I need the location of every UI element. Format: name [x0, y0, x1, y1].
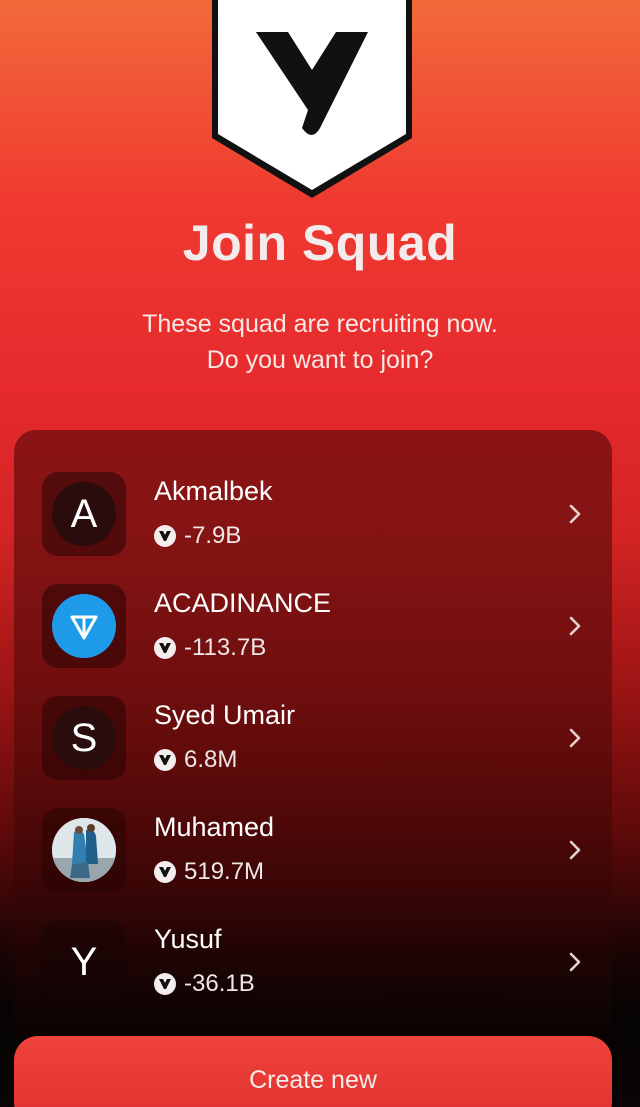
squad-score: 6.8M — [154, 746, 237, 774]
squad-name: ACADINANCE — [154, 588, 332, 618]
chevron-right-icon — [569, 840, 581, 860]
squad-score: -7.9B — [154, 522, 241, 550]
score-value: -7.9B — [184, 522, 242, 549]
ton-icon — [52, 594, 116, 658]
coin-icon — [154, 637, 176, 659]
subtitle-line-2: Do you want to join? — [206, 346, 434, 374]
page-title: Join Squad — [182, 215, 458, 271]
page-subtitle: These squad are recruiting now. Do you w… — [0, 306, 640, 378]
avatar: Y — [42, 920, 126, 1004]
avatar-photo — [52, 818, 116, 882]
avatar — [42, 808, 126, 892]
squad-score: 519.7M — [154, 858, 264, 886]
avatar — [42, 584, 126, 668]
create-new-button[interactable]: Create new — [14, 1036, 612, 1107]
squad-name: Yusuf — [154, 924, 222, 954]
chevron-right-icon — [569, 728, 581, 748]
coin-icon — [154, 749, 176, 771]
shield-logo-icon — [212, 0, 412, 198]
squad-item-muhamed[interactable]: Muhamed 519.7M — [42, 808, 602, 892]
squad-item-akmalbek[interactable]: A Akmalbek -7.9B — [42, 472, 602, 556]
squad-score: -113.7B — [154, 634, 266, 662]
avatar: S — [42, 696, 126, 780]
squad-score: -36.1B — [154, 970, 255, 998]
coin-icon — [154, 973, 176, 995]
avatar-letter: Y — [70, 939, 98, 984]
squad-item-yusuf[interactable]: Y Yusuf -36.1B — [42, 920, 602, 1004]
squad-item-acadinance[interactable]: ACADINANCE -113.7B — [42, 584, 602, 668]
score-value: -113.7B — [184, 634, 267, 661]
squad-name: Akmalbek — [154, 476, 273, 506]
avatar: A — [42, 472, 126, 556]
score-value: -36.1B — [184, 970, 255, 997]
score-value: 6.8M — [184, 746, 238, 773]
squad-name: Syed Umair — [154, 700, 296, 730]
chevron-right-icon — [569, 952, 581, 972]
coin-icon — [154, 525, 176, 547]
avatar-letter: S — [52, 706, 116, 770]
squad-item-syed-umair[interactable]: S Syed Umair 6.8M — [42, 696, 602, 780]
coin-icon — [154, 861, 176, 883]
chevron-right-icon — [569, 616, 581, 636]
avatar-letter: A — [52, 482, 116, 546]
chevron-right-icon — [569, 504, 581, 524]
squad-name: Muhamed — [154, 812, 275, 842]
score-value: 519.7M — [184, 858, 265, 885]
subtitle-line-1: These squad are recruiting now. — [142, 310, 498, 338]
